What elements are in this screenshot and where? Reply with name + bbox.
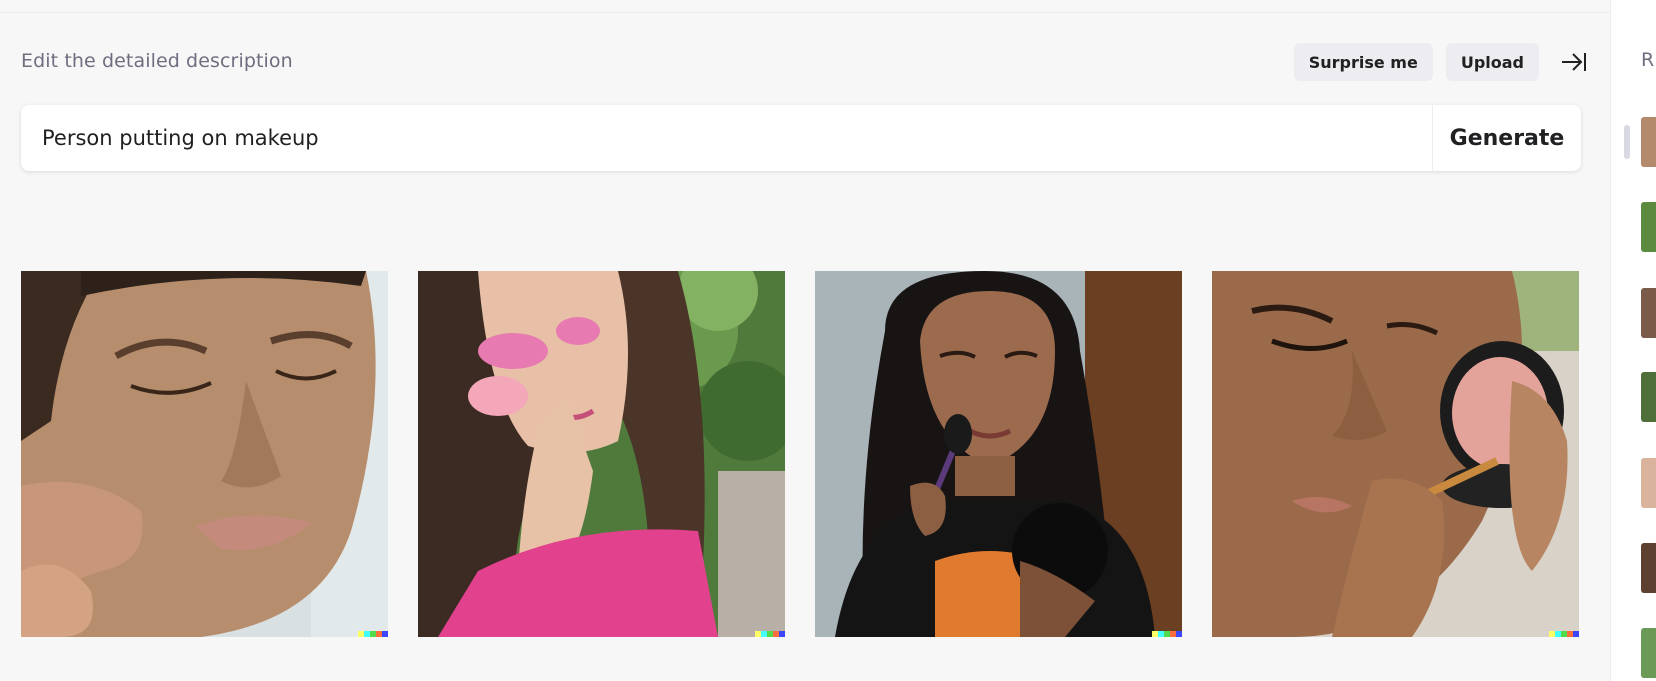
generated-image-3[interactable] [815,271,1182,637]
sidebar-title: R [1641,49,1655,71]
image-grid [21,271,1579,637]
signature-mark [1152,631,1182,637]
history-thumbnail[interactable] [1641,543,1656,593]
arrow-right-to-line-icon [1562,53,1586,71]
history-thumbnail[interactable] [1641,117,1656,167]
surprise-me-button[interactable]: Surprise me [1293,43,1433,81]
sidebar-scrollbar[interactable] [1624,125,1630,159]
page-title: Edit the detailed description [21,50,293,72]
collapse-sidebar-button[interactable] [1554,43,1594,81]
history-thumbnail[interactable] [1641,372,1656,422]
generate-button[interactable]: Generate [1433,105,1581,171]
main-panel: Edit the detailed description Surprise m… [0,0,1610,681]
history-thumbnail[interactable] [1641,202,1656,252]
header-actions: Surprise me Upload [1293,43,1594,81]
history-thumbnail[interactable] [1641,458,1656,508]
history-sidebar: R [1610,0,1656,681]
prompt-input[interactable]: Person putting on makeup [21,105,1432,171]
image-girl-compact [1212,271,1579,637]
signature-mark [1549,631,1579,637]
generated-image-4[interactable] [1212,271,1579,637]
prompt-box: Person putting on makeup Generate [21,105,1581,171]
upload-button[interactable]: Upload [1445,43,1539,81]
history-thumbnail[interactable] [1641,628,1656,678]
signature-mark [358,631,388,637]
image-woman-pink-makeup [418,271,785,637]
image-man-face [21,271,388,637]
history-thumbnail[interactable] [1641,288,1656,338]
image-woman-blush-brush [815,271,1182,637]
generated-image-1[interactable] [21,271,388,637]
generated-image-2[interactable] [418,271,785,637]
signature-mark [755,631,785,637]
